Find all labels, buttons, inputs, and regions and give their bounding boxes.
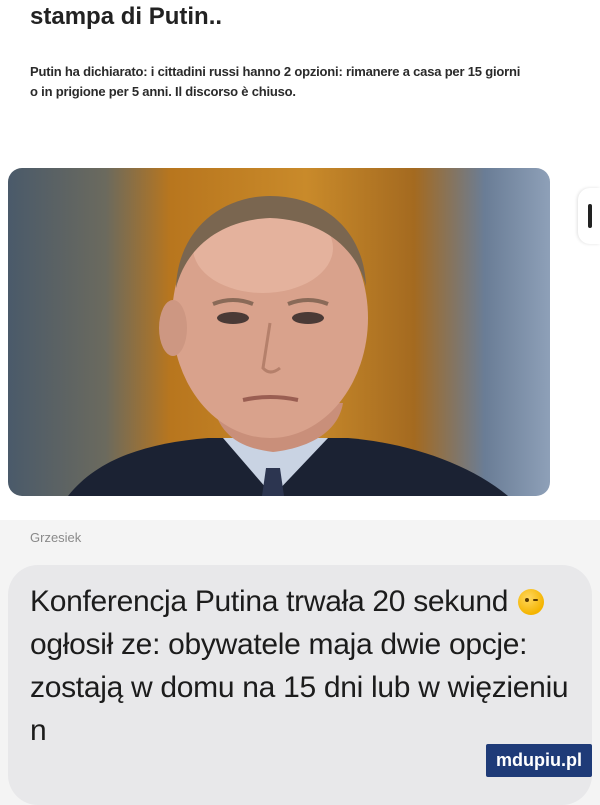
message-text-part1: Konferencja Putina trwała 20 sekund bbox=[30, 585, 509, 618]
shared-post-photo[interactable] bbox=[8, 168, 550, 496]
watermark-logo: mdupiu.pl bbox=[486, 744, 592, 777]
message-text: Konferencja Putina trwała 20 sekund ogłos… bbox=[30, 580, 590, 752]
portrait-illustration bbox=[68, 196, 508, 496]
sender-name: Grzesiek bbox=[30, 530, 82, 545]
shared-post-title: stampa di Putin.. bbox=[30, 3, 223, 30]
wink-emoji-icon bbox=[518, 589, 545, 615]
message-text-part2: ogłosił ze: obywatele maja dwie opcje: z… bbox=[30, 628, 569, 747]
side-handle[interactable] bbox=[578, 188, 600, 244]
shared-post-card[interactable]: stampa di Putin.. Putin ha dichiarato: i… bbox=[0, 0, 600, 520]
shared-post-body: Putin ha dichiarato: i cittadini russi h… bbox=[30, 64, 521, 99]
